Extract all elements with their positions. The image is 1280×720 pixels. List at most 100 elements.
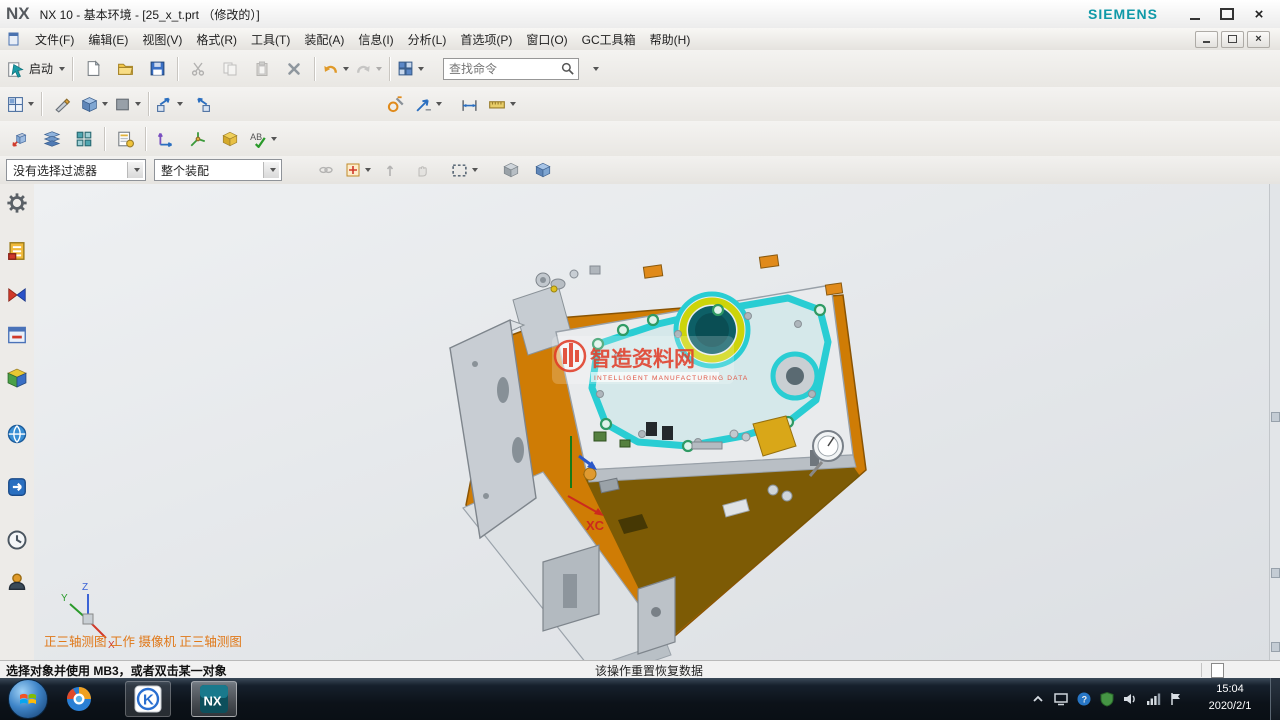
roles-icon[interactable] — [6, 570, 28, 592]
history-icon[interactable] — [6, 529, 28, 551]
paste-button[interactable] — [246, 56, 278, 82]
chevron-down-icon — [134, 168, 140, 172]
move-component-button[interactable] — [4, 126, 36, 152]
taskbar-clock[interactable]: 15:04 2020/2/1 — [1194, 681, 1266, 715]
undo-button[interactable] — [319, 56, 352, 82]
background-swatch-icon — [114, 96, 131, 113]
reuse-library-icon[interactable] — [6, 367, 28, 389]
cut-button[interactable] — [182, 56, 214, 82]
dimension-button[interactable] — [453, 91, 485, 117]
search-input[interactable] — [447, 61, 560, 77]
start-button[interactable]: 启动 — [4, 56, 68, 82]
close-button[interactable]: × — [1248, 5, 1270, 23]
mdi-minimize-button[interactable] — [1195, 31, 1218, 48]
taskbar-nx-button[interactable]: NX — [191, 681, 237, 717]
menu-analysis[interactable]: 分析(L) — [401, 29, 454, 50]
status-page-icon[interactable] — [1211, 663, 1224, 678]
menu-assemblies[interactable]: 装配(A) — [297, 29, 351, 50]
cube-gray-icon — [502, 161, 520, 179]
menu-help[interactable]: 帮助(H) — [643, 29, 698, 50]
menu-preferences[interactable]: 首选项(P) — [453, 29, 519, 50]
datum-csys-button[interactable] — [214, 126, 246, 152]
orient-view-button[interactable] — [186, 91, 218, 117]
tray-chevron-up-icon[interactable] — [1030, 691, 1046, 707]
start-label: 启动 — [29, 60, 53, 77]
show-desktop-button[interactable] — [1270, 678, 1280, 720]
snap-chain-icon — [318, 162, 334, 178]
menu-gc-toolbox[interactable]: GC工具箱 — [575, 29, 643, 50]
selection-filter-dropdown[interactable]: 没有选择过滤器 — [6, 159, 146, 181]
scroll-mark[interactable] — [1271, 568, 1280, 578]
delete-button[interactable] — [278, 56, 310, 82]
render-style-button[interactable] — [78, 91, 111, 117]
scroll-down-icon[interactable] — [1271, 642, 1280, 652]
chevron-down-icon — [102, 102, 108, 106]
command-finder[interactable] — [443, 58, 579, 80]
menu-view[interactable]: 视图(V) — [135, 29, 189, 50]
part-navigator-icon[interactable] — [6, 324, 28, 346]
datum-axis-button[interactable] — [182, 126, 214, 152]
project-view-button[interactable] — [153, 91, 186, 117]
constraint-navigator-icon[interactable] — [6, 284, 28, 306]
tray-volume-icon[interactable] — [1122, 691, 1138, 707]
maximize-button[interactable] — [1216, 5, 1238, 23]
tray-flag-icon[interactable] — [1168, 691, 1184, 707]
settings-gear-icon[interactable] — [6, 192, 28, 214]
mdi-close-button[interactable]: × — [1247, 31, 1270, 48]
redo-button[interactable] — [352, 56, 385, 82]
nx-application-window: NX NX 10 - 基本环境 - [25_x_t.prt （修改的）] SIE… — [0, 0, 1280, 720]
tray-help-icon[interactable]: ? — [1076, 691, 1092, 707]
undo-icon — [322, 60, 339, 77]
menu-information[interactable]: 信息(I) — [351, 29, 400, 50]
work-part-button[interactable] — [527, 157, 559, 183]
menu-edit[interactable]: 编辑(E) — [81, 29, 135, 50]
chevron-down-icon — [177, 102, 183, 106]
menu-window[interactable]: 窗口(O) — [519, 29, 574, 50]
show-hide-component-button[interactable] — [495, 157, 527, 183]
open-button[interactable] — [109, 56, 141, 82]
cad-model: XC 智造资料网 INTELLIGENT MANUFACTURING DATA — [34, 184, 1270, 660]
tray-network-icon[interactable] — [1145, 691, 1161, 707]
menu-format[interactable]: 格式(R) — [189, 29, 244, 50]
search-options-button[interactable] — [579, 56, 611, 82]
tray-display-icon[interactable] — [1053, 691, 1069, 707]
layer-settings-button[interactable] — [36, 126, 68, 152]
snap-chain-button[interactable] — [310, 157, 342, 183]
scroll-mark[interactable] — [1271, 412, 1280, 422]
chevron-down-icon — [376, 67, 382, 71]
transform-button[interactable] — [150, 126, 182, 152]
background-swatch-button[interactable] — [111, 91, 144, 117]
taskbar-browser-button[interactable] — [57, 682, 101, 716]
measure-button[interactable] — [380, 91, 412, 117]
siemens-logo: SIEMENS — [1088, 6, 1158, 22]
start-orb[interactable] — [8, 679, 48, 719]
viewport-scrollbar[interactable] — [1269, 184, 1280, 660]
tray-shield-icon[interactable] — [1099, 691, 1115, 707]
sketch-button[interactable] — [46, 91, 78, 117]
vector-button[interactable] — [412, 91, 445, 117]
window-layout-button[interactable] — [394, 56, 427, 82]
snap-point-button[interactable] — [342, 157, 374, 183]
spell-check-button[interactable]: AB — [246, 126, 280, 152]
save-button[interactable] — [141, 56, 173, 82]
report-button[interactable] — [109, 126, 141, 152]
minimize-button[interactable] — [1184, 5, 1206, 23]
new-button[interactable] — [77, 56, 109, 82]
copy-button[interactable] — [214, 56, 246, 82]
view-grid-button[interactable] — [4, 91, 37, 117]
pattern-component-button[interactable] — [68, 126, 100, 152]
menu-file[interactable]: 文件(F) — [28, 29, 81, 50]
menu-tools[interactable]: 工具(T) — [244, 29, 297, 50]
web-browser-icon[interactable] — [6, 423, 28, 445]
snap-arrow-button[interactable] — [374, 157, 406, 183]
snap-hand-button[interactable] — [406, 157, 438, 183]
mdi-restore-button[interactable] — [1221, 31, 1244, 48]
graphics-window[interactable]: XC 智造资料网 INTELLIGENT MANUFACTURING DATA — [34, 184, 1280, 660]
ruler-button[interactable] — [485, 91, 519, 117]
csys-xc-label: XC — [586, 518, 605, 533]
process-studio-icon[interactable] — [6, 476, 28, 498]
assembly-navigator-icon[interactable] — [6, 240, 28, 262]
taskbar-kuaizip-button[interactable]: K — [125, 681, 171, 717]
selection-scope-dropdown[interactable]: 整个装配 — [154, 159, 282, 181]
marquee-select-button[interactable] — [448, 157, 481, 183]
